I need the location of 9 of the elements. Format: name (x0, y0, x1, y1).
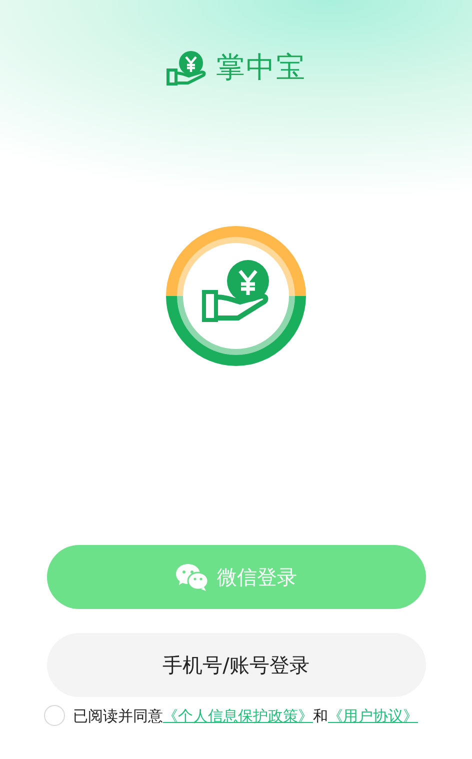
logo-icon (166, 50, 208, 86)
wechat-icon (175, 562, 209, 590)
policy-link[interactable]: 《用户协议》 (328, 706, 418, 724)
policy-link[interactable]: 《个人信息保护政策》 (163, 706, 313, 724)
agreement-text: 已阅读并同意《个人信息保护政策》和《用户协议》 (73, 706, 418, 726)
wechat-login-button[interactable]: 微信登录 (46, 544, 426, 608)
phone-login-button[interactable]: 手机号/账号登录 (46, 632, 426, 696)
app-name: 掌中宝 (216, 49, 306, 86)
agree-checkbox[interactable] (44, 705, 65, 726)
